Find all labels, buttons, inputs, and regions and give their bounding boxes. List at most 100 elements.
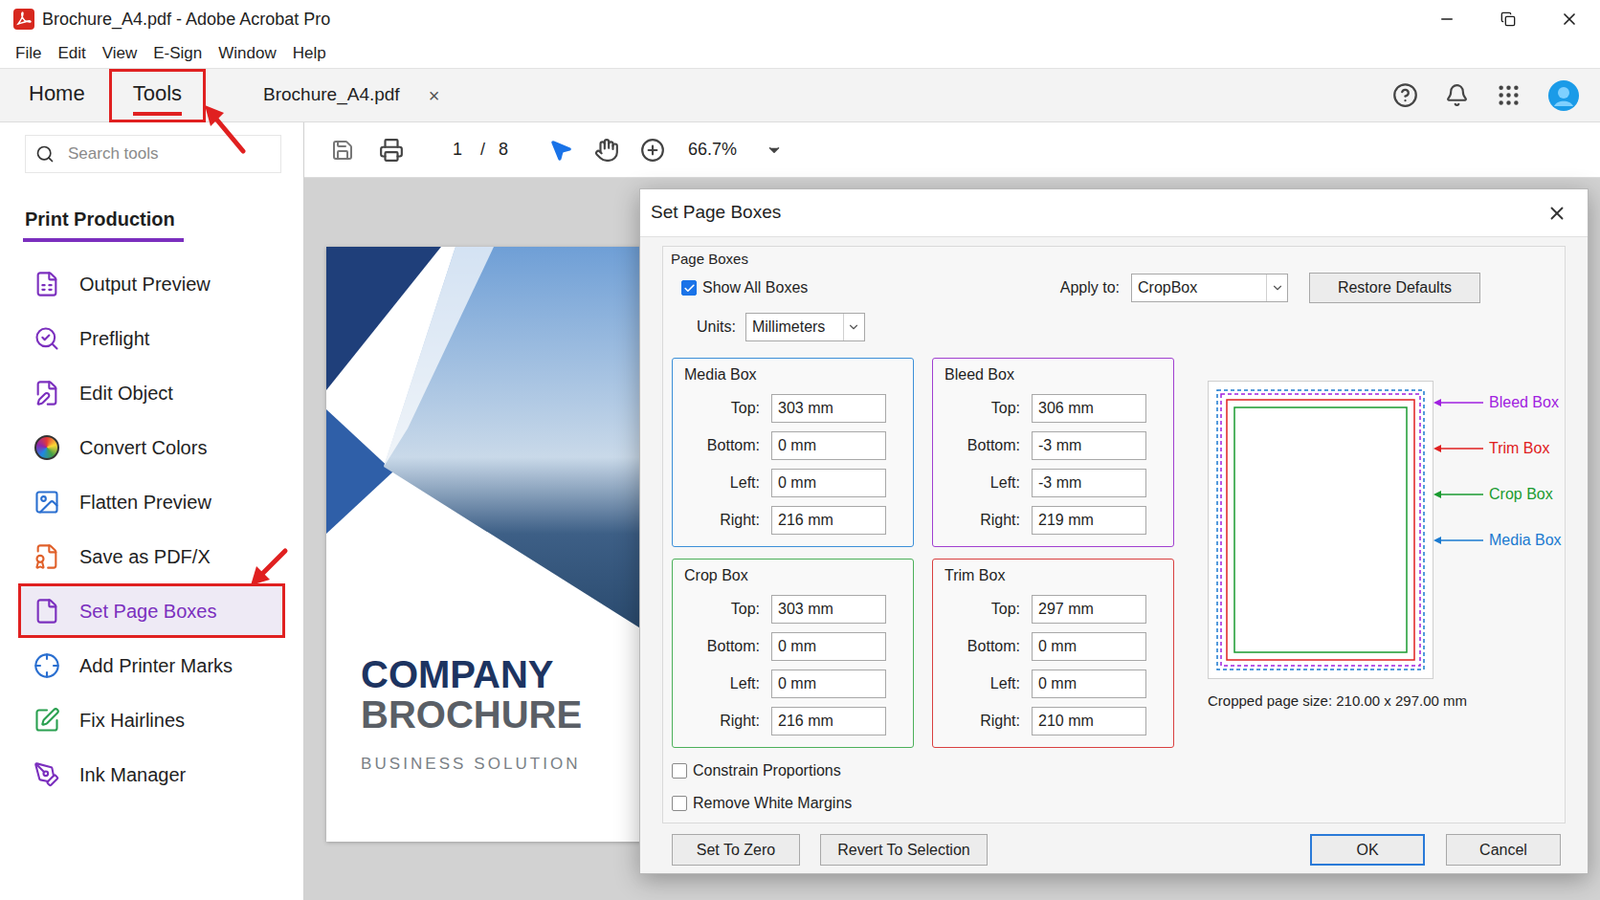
field-input[interactable]: 0 mm: [771, 468, 887, 498]
tool-item[interactable]: Output Preview: [18, 256, 286, 312]
tool-label: Save as PDF/X: [79, 542, 211, 572]
menu-bar: File Edit View E-Sign Window Help: [0, 38, 1600, 69]
search-tools-field[interactable]: Search tools: [24, 134, 282, 174]
nav-tab[interactable]: Home: [4, 68, 110, 123]
page-number-field[interactable]: 1: [440, 133, 475, 167]
field-input[interactable]: 303 mm: [771, 595, 887, 624]
nav-tab[interactable]: Tools: [109, 68, 206, 123]
field-input[interactable]: 216 mm: [771, 506, 887, 535]
menu-item[interactable]: Edit: [57, 41, 86, 67]
box-fields: Top:297 mmBottom:0 mmLeft:0 mmRight:210 …: [944, 595, 1162, 736]
tool-label: Preflight: [79, 324, 150, 354]
acrobat-logo-icon: [13, 8, 35, 30]
menu-item[interactable]: View: [102, 41, 138, 67]
help-icon[interactable]: [1392, 82, 1419, 109]
document-toolbar: 1/866.7%: [304, 122, 1600, 178]
tool-icon: [33, 707, 61, 734]
page-box-preview: Bleed BoxTrim BoxCrop BoxMedia BoxCroppe…: [1207, 380, 1562, 749]
tool-icon: [33, 543, 61, 571]
field-input[interactable]: 0 mm: [771, 669, 887, 699]
checkbox-label: Show All Boxes: [702, 276, 808, 300]
apply-to-select[interactable]: CropBox: [1131, 273, 1289, 303]
box-title: Bleed Box: [944, 366, 1162, 384]
field-input[interactable]: -3 mm: [1031, 468, 1147, 498]
field-input[interactable]: 297 mm: [1031, 595, 1147, 624]
document-tab[interactable]: Brochure_A4.pdf×: [263, 81, 440, 111]
section-underline: [22, 238, 184, 243]
print-icon[interactable]: [378, 137, 404, 163]
field-input[interactable]: 303 mm: [771, 394, 887, 423]
units-row: Units:Millimeters: [670, 312, 1548, 342]
field-input[interactable]: 210 mm: [1031, 707, 1147, 736]
tool-label: Ink Manager: [79, 760, 186, 790]
option-checkbox[interactable]: [671, 763, 688, 779]
tool-item[interactable]: Edit Object: [18, 365, 286, 421]
field-input[interactable]: 0 mm: [1031, 632, 1147, 662]
close-icon: [1559, 9, 1579, 29]
tool-item[interactable]: Flatten Preview: [18, 474, 286, 530]
tool-icon: [33, 379, 61, 407]
box-field: Bottom: -3 mm: [944, 431, 1162, 461]
option-row: Remove White Margins: [671, 794, 1548, 814]
dialog-buttons: Set To Zero Revert To Selection OK Cancel: [662, 834, 1566, 867]
tool-item[interactable]: Add Printer Marks: [18, 638, 286, 693]
field-input[interactable]: -3 mm: [1031, 431, 1147, 461]
field-label: Bottom:: [944, 434, 1021, 458]
field-input[interactable]: 216 mm: [771, 707, 887, 736]
field-input[interactable]: 0 mm: [771, 632, 887, 662]
show-all-boxes-checkbox[interactable]: [681, 280, 697, 296]
hand-icon[interactable]: [594, 137, 620, 163]
menu-item[interactable]: Help: [292, 41, 327, 67]
restore-defaults-button[interactable]: Restore Defaults: [1309, 272, 1481, 304]
page-count: 8: [498, 136, 509, 163]
field-label: Left:: [944, 471, 1021, 495]
zoom-in-icon[interactable]: [640, 137, 666, 163]
section-heading: Print Production: [24, 207, 304, 231]
field-input[interactable]: 306 mm: [1031, 394, 1147, 423]
tool-item[interactable]: Fix Hairlines: [18, 692, 286, 748]
select-pointer-icon[interactable]: [548, 137, 574, 163]
select-arrow: [843, 313, 865, 341]
tool-item[interactable]: Preflight: [18, 311, 286, 366]
close-button[interactable]: [1538, 0, 1600, 39]
apply-to-wrap: CropBox: [1131, 273, 1289, 303]
tool-item[interactable]: Ink Manager: [18, 747, 286, 802]
field-input[interactable]: 0 mm: [771, 431, 887, 461]
avatar-icon[interactable]: [1548, 80, 1579, 112]
tool-label: Set Page Boxes: [79, 597, 217, 626]
field-label: Top:: [684, 397, 760, 421]
options-row: Show All BoxesApply to:CropBoxRestore De…: [670, 272, 1548, 304]
menu-item[interactable]: Window: [218, 41, 276, 67]
dialog-close-icon[interactable]: [1546, 202, 1568, 224]
save-icon[interactable]: [331, 138, 355, 162]
apps-grid-icon[interactable]: [1495, 82, 1522, 109]
units-select[interactable]: Millimeters: [745, 312, 866, 342]
dialog-button[interactable]: Revert To Selection: [820, 834, 988, 867]
field-label: Top:: [944, 397, 1021, 421]
dialog-button[interactable]: Set To Zero: [671, 834, 800, 867]
bell-icon[interactable]: [1444, 83, 1469, 108]
zoom-value[interactable]: 66.7%: [688, 136, 737, 163]
tool-item[interactable]: Convert Colors: [18, 420, 286, 475]
option-checkbox[interactable]: [671, 796, 688, 812]
field-input[interactable]: 0 mm: [1031, 669, 1147, 699]
check-icon: [683, 282, 696, 295]
tool-icon: [33, 761, 61, 789]
menu-item[interactable]: File: [15, 41, 42, 67]
minimize-button[interactable]: [1416, 0, 1478, 39]
dialog-button[interactable]: OK: [1310, 834, 1425, 867]
dialog-title: Set Page Boxes: [650, 199, 781, 227]
box-field: Top: 303 mm: [684, 394, 902, 423]
restore-button[interactable]: [1477, 0, 1539, 39]
document-tab-close[interactable]: ×: [428, 81, 441, 111]
header-actions: [1392, 80, 1600, 112]
tool-item[interactable]: Set Page Boxes: [18, 583, 286, 639]
field-input[interactable]: 219 mm: [1031, 506, 1147, 535]
box-fields: Top:306 mmBottom:-3 mmLeft:-3 mmRight:21…: [944, 394, 1162, 535]
zoom-dropdown-icon[interactable]: [765, 141, 783, 159]
box-field: Right:216 mm: [684, 506, 902, 535]
menu-item[interactable]: E-Sign: [153, 41, 202, 67]
tool-item[interactable]: Save as PDF/X: [18, 529, 286, 584]
field-label: Right:: [944, 710, 1021, 734]
dialog-button[interactable]: Cancel: [1445, 834, 1561, 867]
